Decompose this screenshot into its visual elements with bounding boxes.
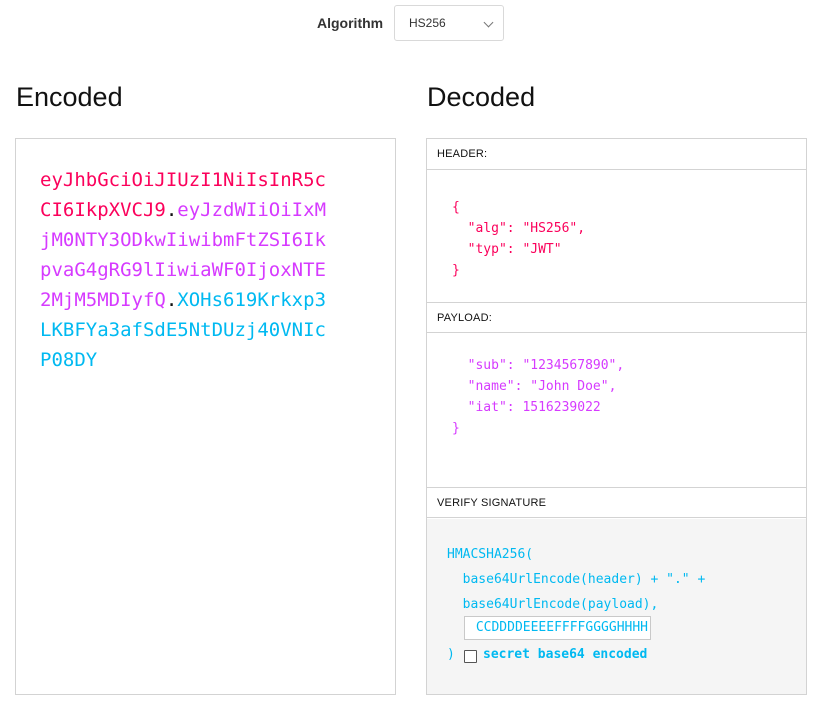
secret-base64-checkbox[interactable] <box>464 650 477 663</box>
decoded-panel: HEADER: { "alg": "HS256", "typ": "JWT" }… <box>426 138 807 695</box>
header-json-editor[interactable]: { "alg": "HS256", "typ": "JWT" } <box>452 197 585 281</box>
json-key-name: "name" <box>467 379 515 394</box>
json-key-typ: "typ" <box>467 242 507 257</box>
payload-section-label: PAYLOAD: <box>427 302 806 333</box>
verify-code: HMACSHA256( base64UrlEncode(header) + ".… <box>447 542 705 617</box>
algorithm-row: Algorithm HS256 <box>0 5 822 43</box>
json-value-typ: "JWT" <box>522 242 562 257</box>
algorithm-label: Algorithm <box>317 15 384 31</box>
verify-section-label: VERIFY SIGNATURE <box>427 487 806 518</box>
json-key-iat: "iat" <box>467 400 507 415</box>
encoded-token-editor[interactable]: eyJhbGciOiJIUzI1NiIsInR5cCI6IkpXVCJ9.eyJ… <box>15 138 396 695</box>
header-section-label: HEADER: <box>427 139 806 170</box>
encoded-title: Encoded <box>16 82 123 112</box>
chevron-down-icon <box>483 17 494 28</box>
secret-base64-label[interactable]: secret base64 encoded <box>483 647 647 662</box>
json-brace: } <box>452 263 460 278</box>
decoded-title: Decoded <box>427 82 536 112</box>
algorithm-selected-value: HS256 <box>409 16 446 30</box>
verify-line-payload: base64UrlEncode(payload), <box>462 597 659 612</box>
json-key-sub: "sub" <box>467 358 507 373</box>
payload-json-editor[interactable]: "sub": "1234567890", "name": "John Doe",… <box>452 355 624 439</box>
verify-close-paren: ) <box>447 647 455 662</box>
token-separator: . <box>165 199 178 221</box>
token-separator: . <box>165 289 178 311</box>
secret-input[interactable]: CCDDDDEEEEFFFFGGGGHHHH <box>464 616 651 640</box>
verify-signature-area: HMACSHA256( base64UrlEncode(header) + ".… <box>427 519 806 694</box>
json-brace: { <box>452 200 460 215</box>
json-value-sub: "1234567890" <box>522 358 617 373</box>
verify-fn: HMACSHA256( <box>447 547 534 562</box>
verify-line-header: base64UrlEncode(header) + "." + <box>462 572 706 587</box>
json-value-name: "John Doe" <box>530 379 609 394</box>
json-brace: } <box>452 421 460 436</box>
json-value-iat: 1516239022 <box>522 400 601 415</box>
json-value-alg: "HS256" <box>522 221 578 236</box>
json-key-alg: "alg" <box>467 221 507 236</box>
algorithm-select[interactable]: HS256 <box>394 5 504 41</box>
encoded-token: eyJhbGciOiJIUzI1NiIsInR5cCI6IkpXVCJ9.eyJ… <box>40 165 330 375</box>
